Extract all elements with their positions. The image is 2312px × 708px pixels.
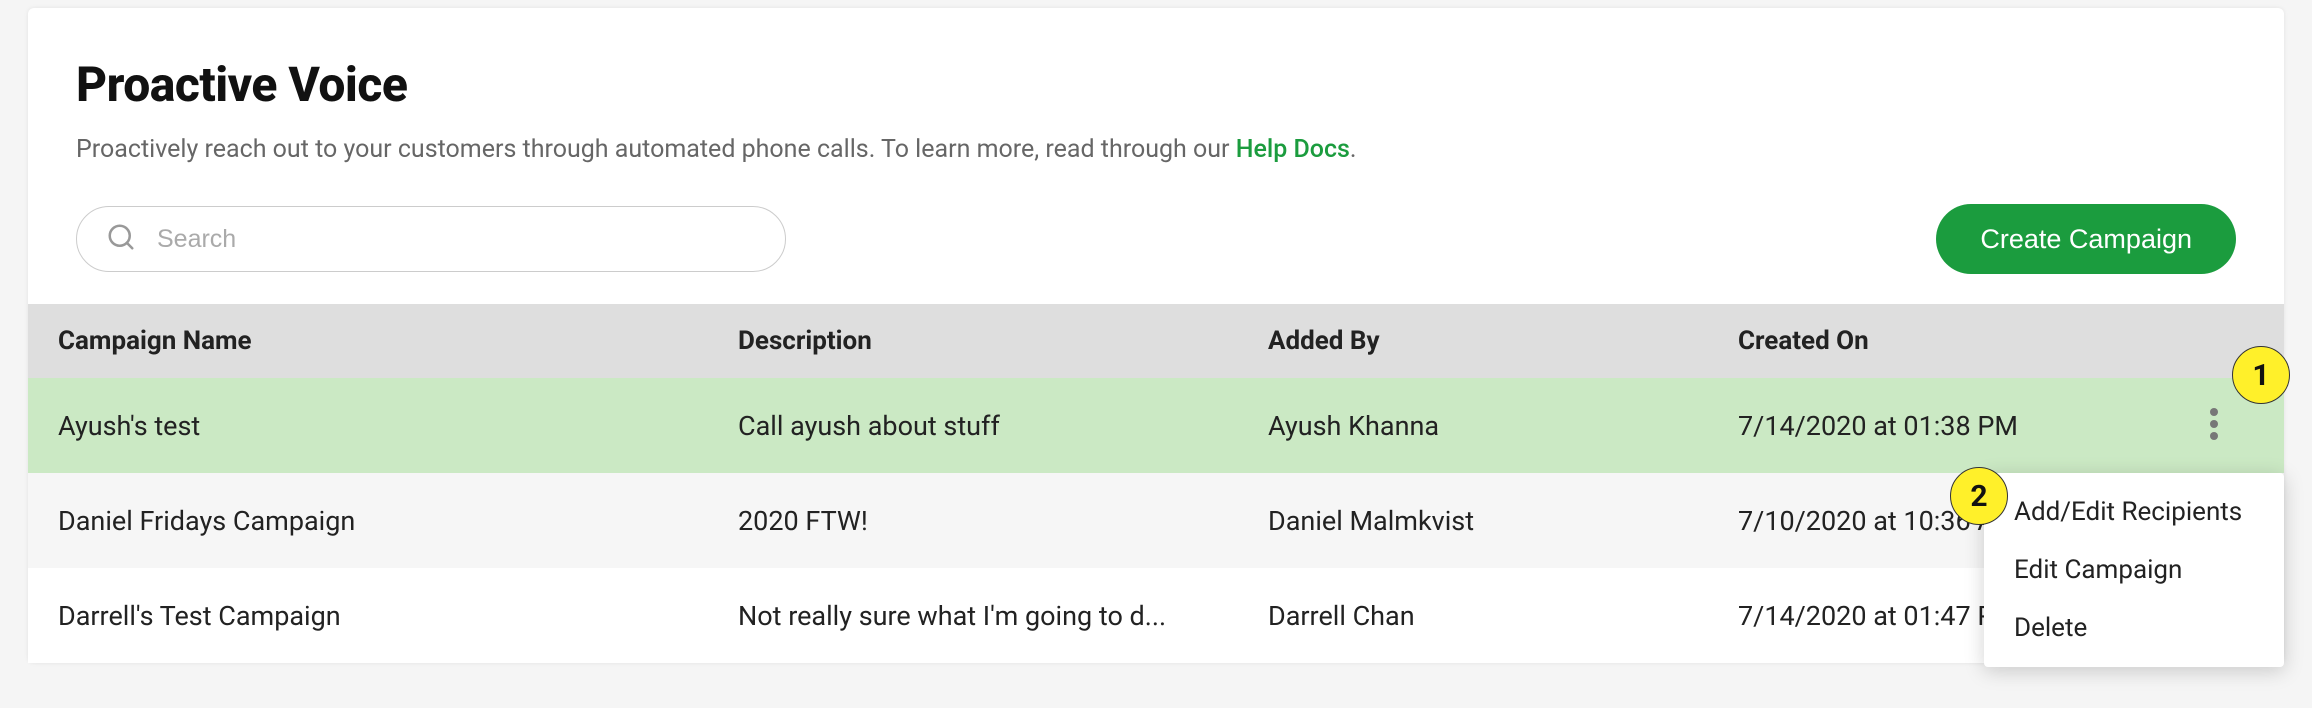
page-subtitle: Proactively reach out to your customers … <box>76 135 2236 164</box>
cell-added-by: Darrell Chan <box>1268 600 1738 632</box>
column-header-added-by[interactable]: Added By <box>1268 326 1738 356</box>
cell-description: 2020 FTW! <box>738 505 1268 537</box>
cell-description: Call ayush about stuff <box>738 410 1268 442</box>
table-row[interactable]: Darrell's Test Campaign Not really sure … <box>28 568 2284 663</box>
column-header-description[interactable]: Description <box>738 326 1268 356</box>
header-area: Proactive Voice Proactively reach out to… <box>28 8 2284 304</box>
table-row[interactable]: Daniel Fridays Campaign 2020 FTW! Daniel… <box>28 473 2284 568</box>
row-context-menu: Add/Edit Recipients Edit Campaign Delete… <box>1984 473 2284 667</box>
column-header-name[interactable]: Campaign Name <box>58 326 738 356</box>
page-title: Proactive Voice <box>76 56 2236 113</box>
row-actions-button[interactable] <box>2204 402 2224 449</box>
cell-created-on: 7/14/2020 at 01:38 PM <box>1738 410 2174 442</box>
help-docs-link[interactable]: Help Docs <box>1236 135 1350 164</box>
menu-item-edit-campaign[interactable]: Edit Campaign <box>1984 541 2284 599</box>
search-icon <box>106 222 136 256</box>
cell-added-by: Daniel Malmkvist <box>1268 505 1738 537</box>
search-input[interactable] <box>76 206 786 272</box>
search-box <box>76 206 786 272</box>
campaign-table: Campaign Name Description Added By Creat… <box>28 304 2284 663</box>
cell-campaign-name: Ayush's test <box>58 410 738 442</box>
subtitle-suffix: . <box>1350 135 1357 164</box>
toolbar: Create Campaign <box>76 204 2236 274</box>
cell-campaign-name: Daniel Fridays Campaign <box>58 505 738 537</box>
column-header-created-on[interactable]: Created On <box>1738 326 2174 356</box>
table-header-row: Campaign Name Description Added By Creat… <box>28 304 2284 378</box>
more-vertical-icon <box>2210 428 2218 443</box>
cell-description: Not really sure what I'm going to d... <box>738 600 1268 632</box>
menu-item-delete[interactable]: Delete <box>1984 599 2284 657</box>
main-card: Proactive Voice Proactively reach out to… <box>28 8 2284 663</box>
menu-item-add-edit-recipients[interactable]: Add/Edit Recipients <box>1984 483 2284 541</box>
cell-campaign-name: Darrell's Test Campaign <box>58 600 738 632</box>
cell-added-by: Ayush Khanna <box>1268 410 1738 442</box>
create-campaign-button[interactable]: Create Campaign <box>1936 204 2236 274</box>
table-row[interactable]: Ayush's test Call ayush about stuff Ayus… <box>28 378 2284 473</box>
subtitle-prefix: Proactively reach out to your customers … <box>76 135 1236 164</box>
